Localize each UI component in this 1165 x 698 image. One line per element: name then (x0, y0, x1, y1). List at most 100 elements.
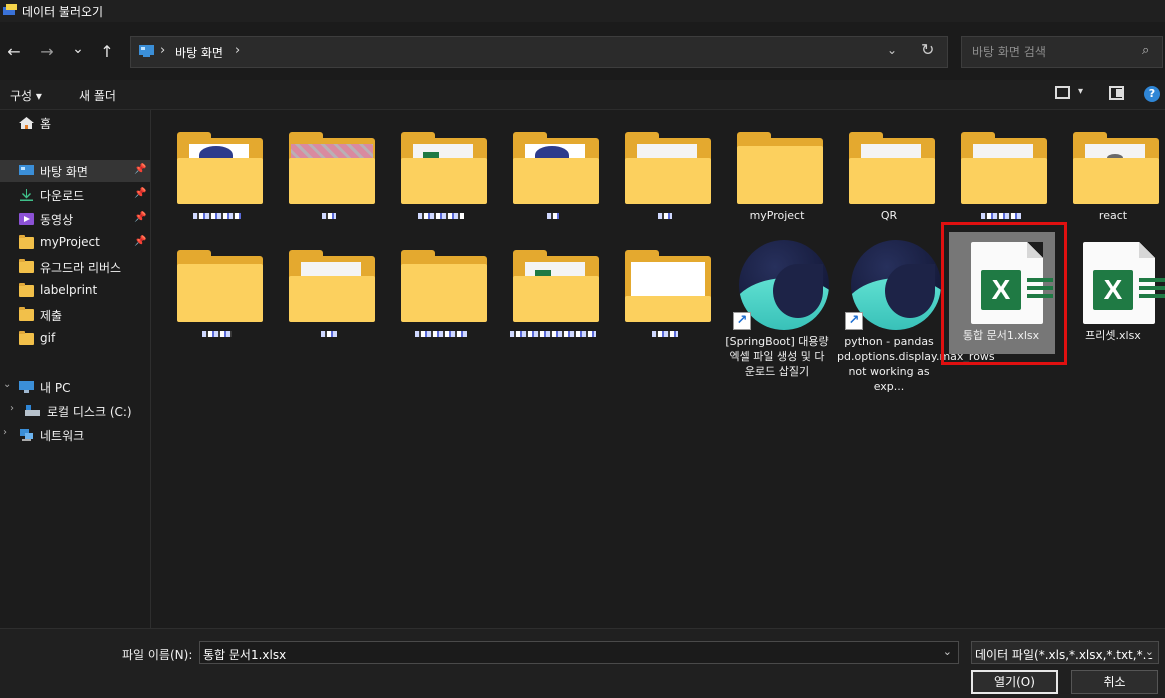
pin-icon[interactable]: 📌 (134, 188, 146, 199)
preview-pane-icon[interactable] (1109, 86, 1124, 100)
sidebar-item-this-pc[interactable]: ⌄ 내 PC (0, 376, 150, 398)
shortcut-arrow-icon: ↗ (733, 312, 751, 330)
file-item-folder[interactable] (389, 238, 493, 358)
file-name: QR (880, 209, 898, 222)
file-item-folder[interactable] (277, 238, 381, 358)
sidebar-item-submission[interactable]: 제출 (0, 304, 150, 326)
filetype-dropdown-icon[interactable]: ⌄ (1144, 645, 1154, 658)
sidebar-item-gif[interactable]: gif (0, 328, 150, 350)
sidebar-item-label: gif (40, 331, 56, 345)
breadcrumb-separator[interactable]: › (235, 43, 240, 58)
recent-locations-icon[interactable]: ⌄ (67, 38, 89, 60)
excel-file-icon: X (1083, 242, 1165, 324)
file-item-react[interactable]: react (1061, 120, 1165, 240)
cancel-button[interactable]: 취소 (1071, 670, 1158, 694)
sidebar-item-yggdrasil[interactable]: 유그드라 리버스 (0, 256, 150, 278)
navigation-pane: 홈 바탕 화면 📌 다운로드 📌 동영상 📌 myProject 📌 유그드라 … (0, 110, 150, 628)
filename-label: 파일 이름(N): (122, 648, 193, 662)
excel-x-icon: X (1093, 270, 1133, 310)
view-options-dropdown-icon[interactable]: ▾ (1078, 86, 1083, 97)
file-item-folder[interactable] (501, 238, 605, 358)
breadcrumb-separator[interactable]: › (160, 43, 165, 58)
file-item-shortcut-springboot[interactable]: ↗ [SpringBoot] 대용량 엑셀 파일 생성 및 다운로드 삽질기 (725, 234, 829, 394)
change-view-icon[interactable] (1055, 86, 1070, 99)
sidebar-item-label: 내 PC (40, 381, 71, 395)
filename-history-dropdown-icon[interactable]: ⌄ (943, 645, 952, 658)
folder-icon (19, 259, 34, 273)
file-item-folder[interactable] (613, 238, 717, 358)
sidebar-item-label: 유그드라 리버스 (40, 261, 122, 275)
sidebar-item-videos[interactable]: 동영상 📌 (0, 208, 150, 230)
pin-icon[interactable]: 📌 (134, 212, 146, 223)
file-item-preset[interactable]: X 프리셋.xlsx (1061, 232, 1165, 352)
sidebar-item-local-disk[interactable]: › 로컬 디스크 (C:) (0, 400, 150, 422)
expand-chevron-icon[interactable]: › (3, 427, 7, 438)
folder-icon (625, 250, 711, 322)
file-name: myProject (749, 209, 805, 222)
file-item-shortcut-python[interactable]: ↗ python - pandas pd.options.display.max… (837, 234, 995, 394)
sidebar-item-label: 네트워크 (40, 429, 85, 443)
file-item-myproject[interactable]: myProject (725, 120, 829, 240)
back-icon[interactable]: ← (3, 41, 25, 63)
folder-icon (19, 307, 34, 321)
breadcrumb-desktop[interactable]: 바탕 화면 (175, 44, 223, 61)
app-icon (3, 4, 17, 15)
file-item-qr[interactable]: QR (837, 120, 941, 240)
file-name: [SpringBoot] 대용량 엑셀 파일 생성 및 다운로드 삽질기 (725, 335, 829, 378)
pin-icon[interactable]: 📌 (134, 236, 146, 247)
file-item-folder[interactable] (277, 120, 381, 240)
whale-browser-icon (851, 240, 941, 330)
sidebar-item-downloads[interactable]: 다운로드 📌 (0, 184, 150, 206)
network-icon (20, 429, 33, 441)
file-list: myProject QR react ↗ [SpringBoot] 대용량 엑셀… (151, 110, 1165, 628)
filename-input[interactable]: 통합 문서1.xlsx ⌄ (199, 641, 959, 664)
sidebar-item-labelprint[interactable]: labelprint (0, 280, 150, 302)
filetype-select[interactable]: 데이터 파일(*.xls,*.xlsx,*.txt,*.c ⌄ (971, 641, 1159, 664)
file-item-folder[interactable] (165, 238, 269, 358)
folder-icon (19, 283, 34, 297)
search-icon[interactable]: ⌕ (1142, 43, 1149, 58)
sidebar-item-label: 동영상 (40, 213, 74, 227)
sidebar-item-network[interactable]: › 네트워크 (0, 424, 150, 446)
drive-icon (25, 405, 40, 416)
filetype-value[interactable]: 데이터 파일(*.xls,*.xlsx,*.txt,*.c (975, 646, 1153, 663)
refresh-icon[interactable]: ↻ (921, 40, 934, 59)
search-input[interactable] (972, 43, 1132, 61)
folder-icon (625, 132, 711, 204)
sidebar-item-desktop[interactable]: 바탕 화면 📌 (0, 160, 150, 182)
expand-chevron-icon[interactable]: › (10, 403, 14, 414)
pin-icon[interactable]: 📌 (134, 164, 146, 175)
file-item-folder[interactable] (165, 120, 269, 240)
shortcut-arrow-icon: ↗ (845, 312, 863, 330)
folder-icon (401, 132, 487, 204)
address-dropdown-icon[interactable]: ⌄ (887, 43, 897, 57)
folder-icon (289, 132, 375, 204)
folder-icon (19, 235, 34, 249)
folder-icon (289, 250, 375, 322)
search-box[interactable]: ⌕ (961, 36, 1163, 68)
title-bar: 데이터 불러오기 (0, 0, 1165, 22)
whale-browser-icon (739, 240, 829, 330)
sidebar-item-myproject[interactable]: myProject 📌 (0, 232, 150, 254)
window-title: 데이터 불러오기 (22, 5, 104, 19)
address-bar[interactable]: › 바탕 화면 › ⌄ ↻ (130, 36, 948, 68)
organize-button[interactable]: 구성 ▾ (10, 87, 42, 104)
up-icon[interactable]: ↑ (96, 41, 118, 63)
file-item-folder[interactable] (613, 120, 717, 240)
sidebar-item-label: 다운로드 (40, 189, 85, 203)
desktop-icon (139, 45, 154, 57)
filename-value[interactable]: 통합 문서1.xlsx (203, 646, 286, 663)
open-button[interactable]: 열기(O) (971, 670, 1058, 694)
folder-icon (1073, 132, 1159, 204)
file-item-folder[interactable] (389, 120, 493, 240)
sidebar-item-home[interactable]: 홈 (0, 112, 150, 134)
file-name: 프리셋.xlsx (1085, 329, 1141, 342)
video-icon (19, 213, 34, 225)
collapse-chevron-icon[interactable]: ⌄ (3, 379, 11, 390)
folder-icon (19, 331, 34, 345)
forward-icon[interactable]: → (36, 41, 58, 63)
help-icon[interactable]: ? (1144, 86, 1160, 102)
file-item-folder[interactable] (501, 120, 605, 240)
new-folder-button[interactable]: 새 폴더 (79, 87, 116, 104)
folder-icon (849, 132, 935, 204)
